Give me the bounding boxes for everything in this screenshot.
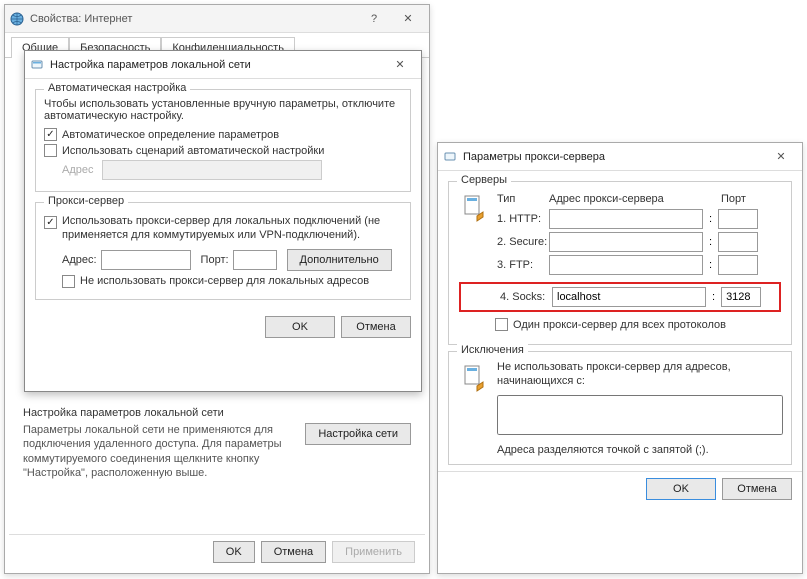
col-addr: Адрес прокси-сервера (549, 193, 707, 205)
proxy-legend: Прокси-сервер (44, 195, 128, 207)
use-script-checkbox[interactable] (44, 144, 57, 157)
proxy-group: Прокси-сервер Использовать прокси-сервер… (35, 202, 411, 300)
exceptions-icon (459, 362, 491, 394)
ftp-port-input[interactable] (718, 255, 758, 275)
exceptions-hint: Адреса разделяются точкой с запятой (;). (497, 444, 783, 456)
cancel-button[interactable]: Отмена (261, 541, 326, 563)
lan-section-title: Настройка параметров локальной сети (23, 407, 411, 419)
script-address-input (102, 160, 322, 180)
script-address-label: Адрес (62, 164, 102, 176)
socks-highlight: 4. Socks: : (459, 282, 781, 312)
type-socks: 4. Socks: (500, 291, 552, 303)
socks-address-input[interactable] (552, 287, 706, 307)
cancel-button[interactable]: Отмена (722, 478, 792, 500)
lan-settings-title: Настройка параметров локальной сети (50, 59, 383, 71)
exceptions-legend: Исключения (457, 344, 528, 356)
use-proxy-checkbox[interactable] (44, 216, 57, 229)
close-button[interactable]: ✕ (383, 54, 417, 76)
http-address-input[interactable] (549, 209, 703, 229)
internet-props-title: Свойства: Интернет (30, 13, 357, 25)
auto-config-legend: Автоматическая настройка (44, 82, 190, 94)
exceptions-textarea[interactable] (497, 395, 783, 435)
secure-address-input[interactable] (549, 232, 703, 252)
secure-port-input[interactable] (718, 232, 758, 252)
proxy-port-input[interactable] (233, 250, 277, 270)
proxy-window-icon (442, 149, 458, 165)
same-proxy-checkbox[interactable] (495, 318, 508, 331)
exceptions-text: Не использовать прокси-сервер для адресо… (497, 360, 783, 389)
lan-section-text: Параметры локальной сети не применяются … (23, 423, 295, 480)
proxy-settings-window: Параметры прокси-сервера ✕ Серверы Тип А… (437, 142, 803, 574)
type-http: 1. HTTP: (497, 213, 549, 225)
proxy-address-label: Адрес: (62, 254, 97, 266)
proxy-address-input[interactable] (101, 250, 191, 270)
internet-props-titlebar: Свойства: Интернет ? ✕ (5, 5, 429, 33)
bypass-local-checkbox[interactable] (62, 275, 75, 288)
help-button[interactable]: ? (357, 8, 391, 30)
http-port-input[interactable] (718, 209, 758, 229)
ok-button[interactable]: OK (646, 478, 716, 500)
close-button[interactable]: ✕ (391, 8, 425, 30)
ftp-address-input[interactable] (549, 255, 703, 275)
use-script-label: Использовать сценарий автоматической нас… (62, 145, 324, 157)
internet-icon (9, 11, 25, 27)
col-port: Порт (721, 193, 746, 205)
lan-settings-dialog: Настройка параметров локальной сети ✕ Ав… (24, 50, 422, 392)
col-type: Тип (497, 193, 549, 205)
proxy-port-label: Порт: (201, 254, 229, 266)
lan-icon (29, 57, 45, 73)
exceptions-group: Исключения Не использовать прокси-сервер… (448, 351, 792, 465)
type-secure: 2. Secure: (497, 236, 549, 248)
auto-config-text: Чтобы использовать установленные вручную… (44, 98, 402, 122)
use-proxy-label: Использовать прокси-сервер для локальных… (62, 214, 402, 243)
bypass-local-label: Не использовать прокси-сервер для локаль… (80, 275, 369, 287)
auto-detect-checkbox[interactable] (44, 128, 57, 141)
close-button[interactable]: ✕ (764, 146, 798, 168)
auto-detect-label: Автоматическое определение параметров (62, 129, 279, 141)
lan-settings-button[interactable]: Настройка сети (305, 423, 411, 445)
apply-button: Применить (332, 541, 415, 563)
ok-button[interactable]: OK (265, 316, 335, 338)
auto-config-group: Автоматическая настройка Чтобы использов… (35, 89, 411, 192)
servers-icon (459, 192, 491, 224)
cancel-button[interactable]: Отмена (341, 316, 411, 338)
servers-group: Серверы Тип Адрес прокси-сервера Порт 1.… (448, 181, 792, 345)
servers-legend: Серверы (457, 174, 511, 186)
type-ftp: 3. FTP: (497, 259, 549, 271)
advanced-button[interactable]: Дополнительно (287, 249, 392, 271)
proxy-window-title: Параметры прокси-сервера (463, 151, 764, 163)
socks-port-input[interactable] (721, 287, 761, 307)
same-proxy-label: Один прокси-сервер для всех протоколов (513, 319, 726, 331)
ok-button[interactable]: OK (213, 541, 255, 563)
